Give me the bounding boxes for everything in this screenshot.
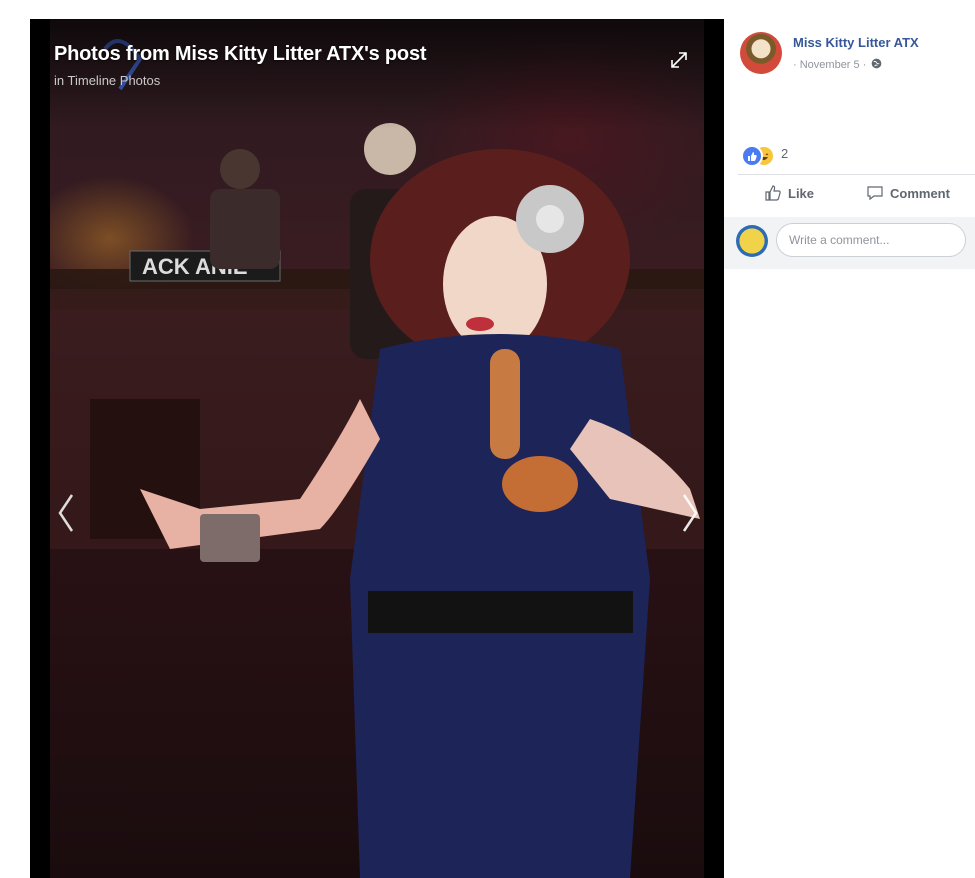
post-meta: · November 5 · — [793, 58, 882, 71]
post-photo[interactable]: ACK ANIE — [50, 19, 704, 878]
chevron-left-icon[interactable] — [52, 489, 80, 537]
comment-input[interactable] — [776, 223, 966, 257]
divider — [738, 174, 975, 175]
photo-illustration: ACK ANIE — [50, 39, 704, 878]
comment-button[interactable]: Comment — [866, 184, 950, 202]
comment-bubble-icon — [867, 186, 883, 201]
viewer-subtitle-prefix: in — [54, 73, 65, 88]
like-label: Like — [788, 185, 815, 201]
album-link[interactable]: Timeline Photos — [68, 73, 161, 88]
author-avatar[interactable] — [740, 32, 782, 74]
expand-icon[interactable] — [668, 49, 690, 71]
viewer-title: Photos from Miss Kitty Litter ATX's post — [54, 43, 427, 65]
viewer-subtitle: in Timeline Photos — [54, 73, 160, 88]
comment-composer — [724, 217, 975, 269]
comment-label: Comment — [890, 185, 950, 201]
like-button[interactable]: Like — [764, 184, 814, 202]
author-name-link[interactable]: Miss Kitty Litter ATX — [793, 35, 919, 50]
globe-icon — [872, 58, 882, 69]
post-sidebar: Miss Kitty Litter ATX · November 5 · 2 L… — [724, 19, 975, 878]
reaction-count: 2 — [781, 146, 789, 161]
commenter-avatar — [736, 225, 768, 257]
date-suffix: · — [862, 59, 867, 71]
chevron-right-icon[interactable] — [676, 489, 704, 537]
post-date-link[interactable]: November 5 — [800, 59, 860, 71]
like-thumb-icon — [765, 185, 781, 201]
date-prefix: · — [793, 59, 797, 71]
photo-viewer: ACK ANIE Photos from Miss Kitty Litter A… — [30, 19, 724, 878]
like-reaction-icon — [741, 145, 763, 167]
